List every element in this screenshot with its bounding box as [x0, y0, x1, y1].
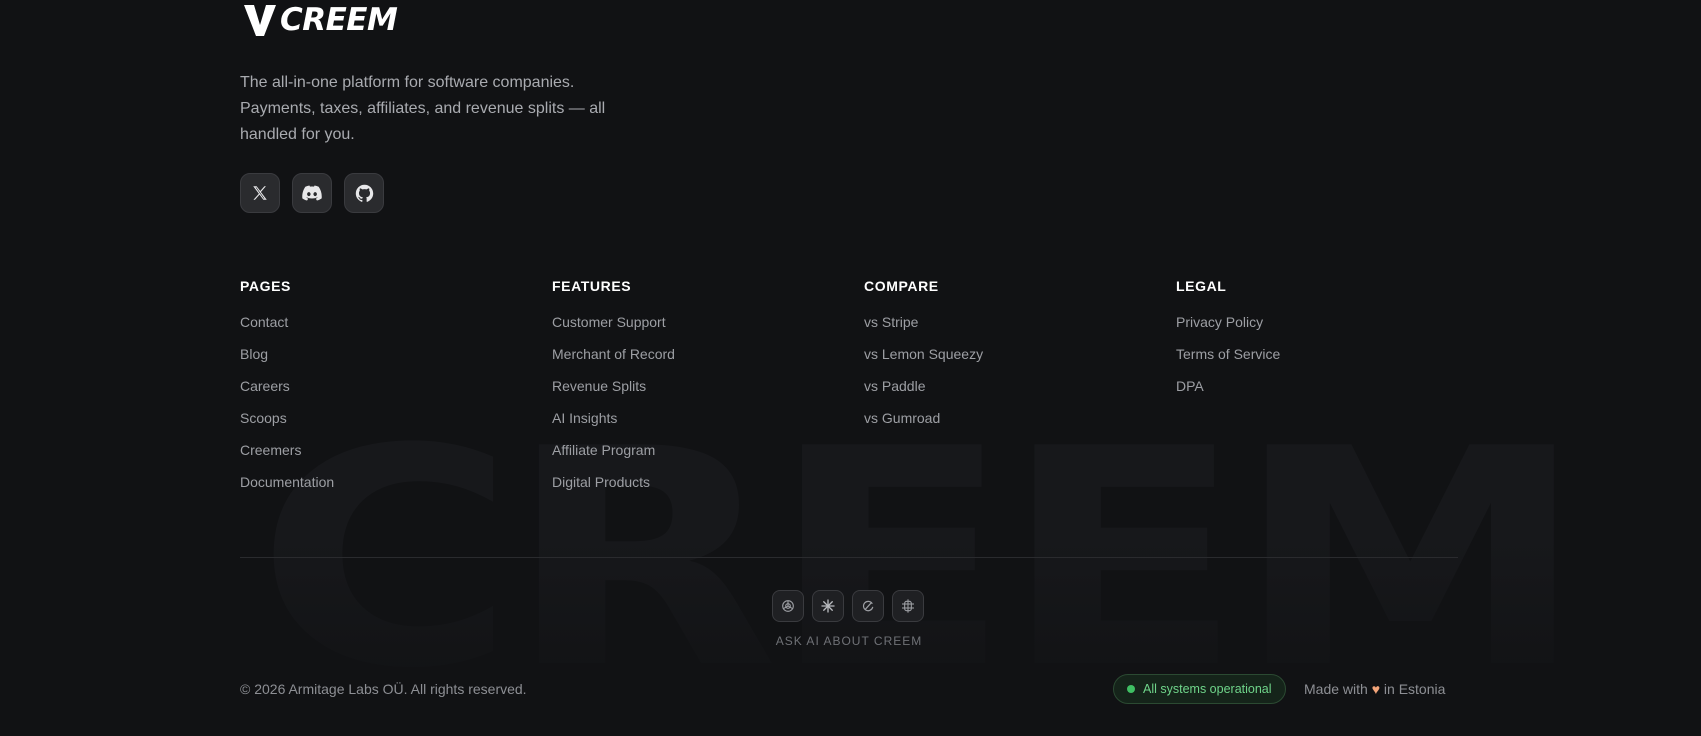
link-revenue-splits[interactable]: Revenue Splits — [552, 376, 675, 408]
column-title-pages: PAGES — [240, 278, 291, 294]
copyright-text: © 2026 Armitage Labs OÜ. All rights rese… — [240, 681, 527, 697]
link-blog[interactable]: Blog — [240, 344, 334, 376]
ask-claude-button[interactable] — [812, 590, 844, 622]
footer-column-features: FEATURES Customer Support Merchant of Re… — [552, 278, 675, 504]
discord-icon — [302, 185, 322, 201]
x-twitter-icon — [253, 186, 267, 200]
link-vs-stripe[interactable]: vs Stripe — [864, 312, 983, 344]
link-ai-insights[interactable]: AI Insights — [552, 408, 675, 440]
creem-v-logo-icon — [244, 5, 276, 36]
link-dpa[interactable]: DPA — [1176, 376, 1280, 408]
discord-link[interactable] — [292, 173, 332, 213]
brand-logo[interactable]: CREEM — [242, 2, 398, 38]
chatgpt-icon — [782, 600, 794, 612]
status-dot-icon — [1127, 685, 1135, 693]
column-title-legal: LEGAL — [1176, 278, 1227, 294]
link-contact[interactable]: Contact — [240, 312, 334, 344]
x-twitter-link[interactable] — [240, 173, 280, 213]
link-vs-paddle[interactable]: vs Paddle — [864, 376, 983, 408]
github-link[interactable] — [344, 173, 384, 213]
footer-divider — [240, 557, 1458, 558]
claude-icon — [821, 599, 835, 613]
link-affiliate-program[interactable]: Affiliate Program — [552, 440, 675, 472]
ask-ai-label: ASK AI ABOUT CREEM — [775, 634, 923, 648]
link-terms-of-service[interactable]: Terms of Service — [1176, 344, 1280, 376]
link-vs-lemon-squeezy[interactable]: vs Lemon Squeezy — [864, 344, 983, 376]
ask-grok-button[interactable] — [892, 590, 924, 622]
status-text: All systems operational — [1143, 682, 1272, 696]
footer-column-compare: COMPARE vs Stripe vs Lemon Squeezy vs Pa… — [864, 278, 983, 440]
link-scoops[interactable]: Scoops — [240, 408, 334, 440]
made-with-text: Made with ♥ in Estonia — [1304, 681, 1445, 697]
link-privacy-policy[interactable]: Privacy Policy — [1176, 312, 1280, 344]
made-with-prefix: Made with — [1304, 681, 1368, 697]
link-digital-products[interactable]: Digital Products — [552, 472, 675, 504]
grok-icon — [902, 599, 914, 613]
link-customer-support[interactable]: Customer Support — [552, 312, 675, 344]
ask-chatgpt-button[interactable] — [772, 590, 804, 622]
heart-icon: ♥ — [1371, 681, 1381, 697]
link-creemers[interactable]: Creemers — [240, 440, 334, 472]
brand-tagline: The all-in-one platform for software com… — [240, 74, 606, 143]
made-with-suffix: in Estonia — [1383, 681, 1446, 697]
footer-column-legal: LEGAL Privacy Policy Terms of Service DP… — [1176, 278, 1280, 408]
ask-perplexity-button[interactable] — [852, 590, 884, 622]
link-careers[interactable]: Careers — [240, 376, 334, 408]
perplexity-icon — [862, 600, 874, 612]
ask-ai-icons — [772, 590, 924, 622]
brand-name: CREEM — [280, 2, 398, 38]
site-footer: CREEM CREEM The all-in-one platform for … — [0, 0, 1701, 736]
link-merchant-of-record[interactable]: Merchant of Record — [552, 344, 675, 376]
social-links — [240, 173, 384, 213]
link-vs-gumroad[interactable]: vs Gumroad — [864, 408, 983, 440]
github-icon — [355, 184, 373, 202]
system-status-badge[interactable]: All systems operational — [1113, 674, 1286, 704]
column-title-features: FEATURES — [552, 278, 632, 294]
column-title-compare: COMPARE — [864, 278, 939, 294]
footer-column-pages: PAGES Contact Blog Careers Scoops Creeme… — [240, 278, 334, 504]
link-documentation[interactable]: Documentation — [240, 472, 334, 504]
